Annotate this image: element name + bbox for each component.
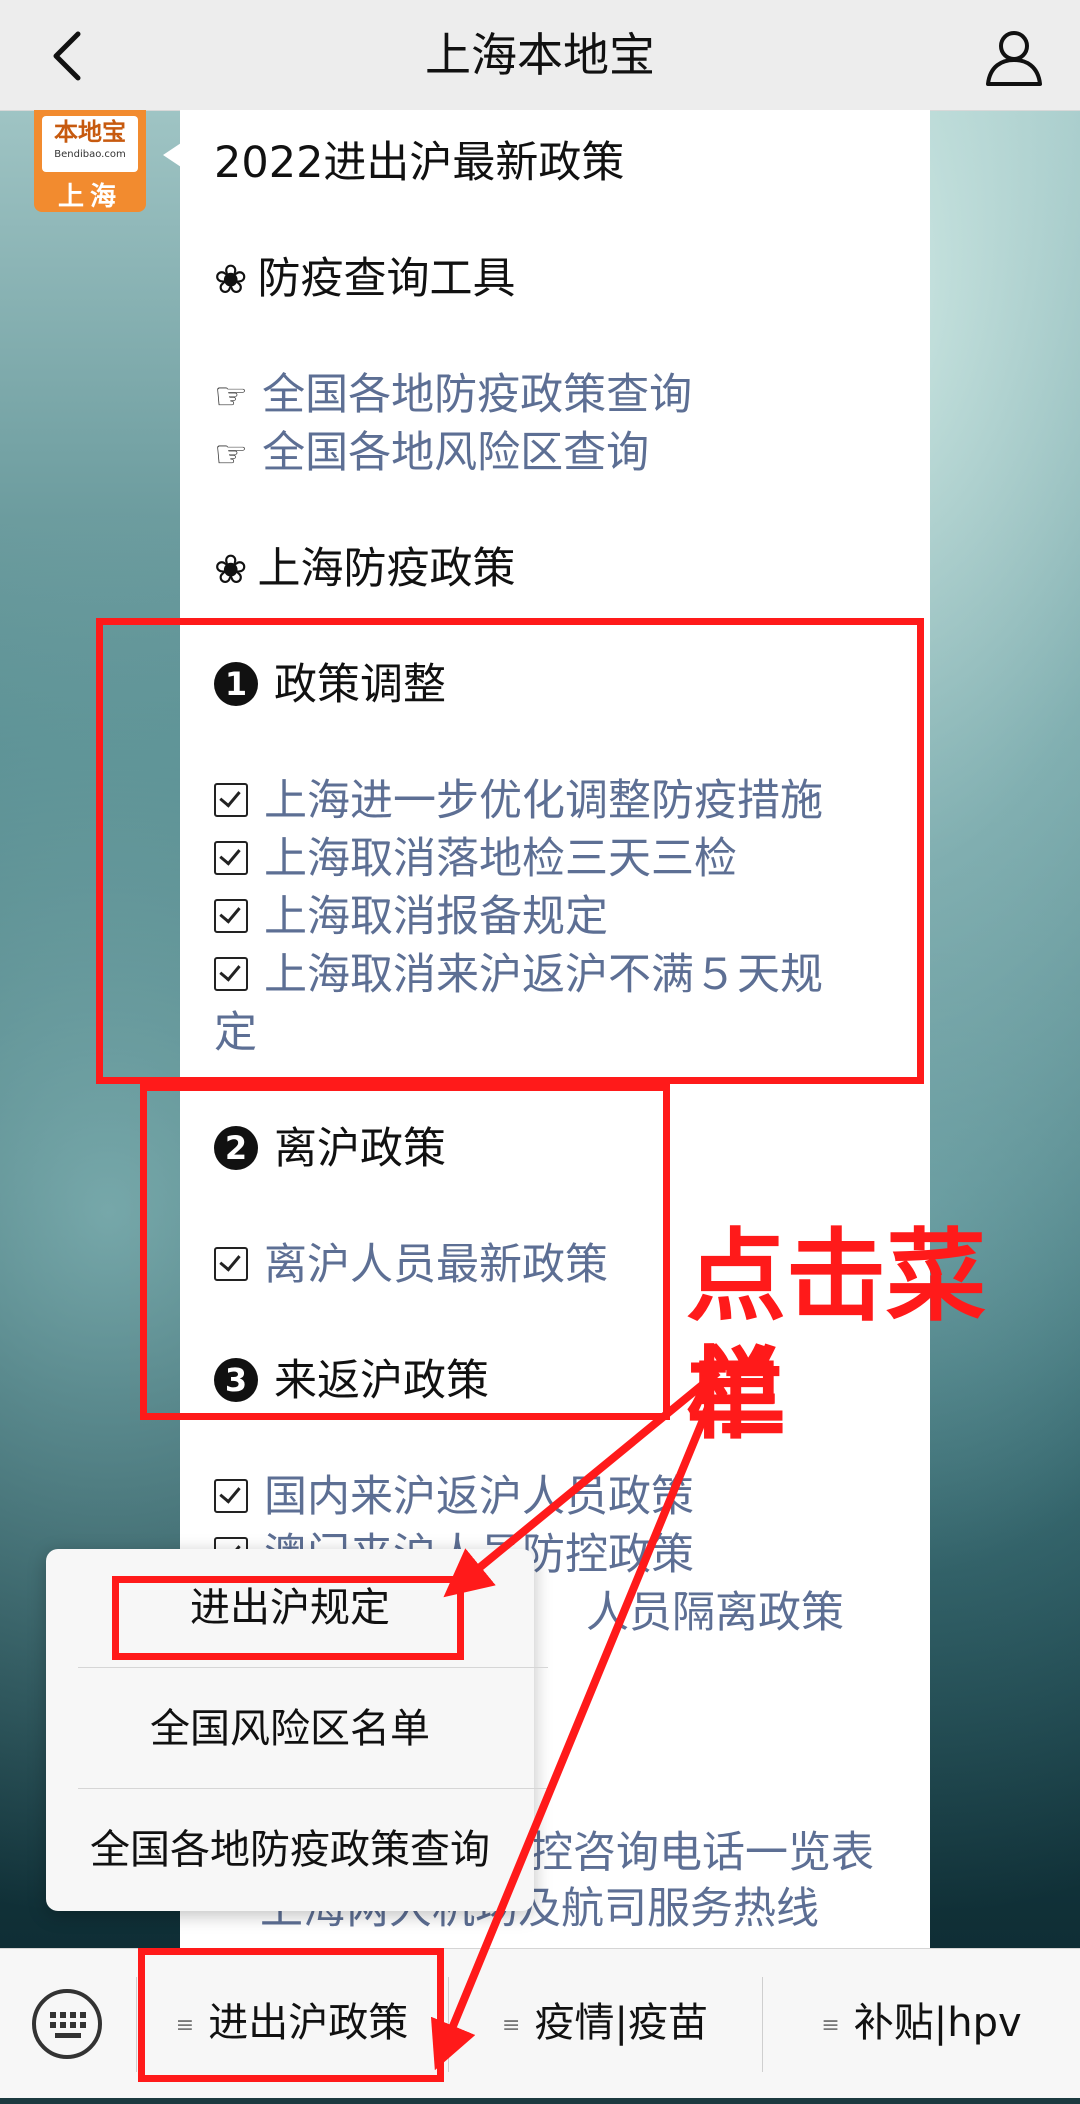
- annotation-arrows: [430, 1368, 721, 2071]
- annotation-text: 栏: [686, 1336, 786, 1453]
